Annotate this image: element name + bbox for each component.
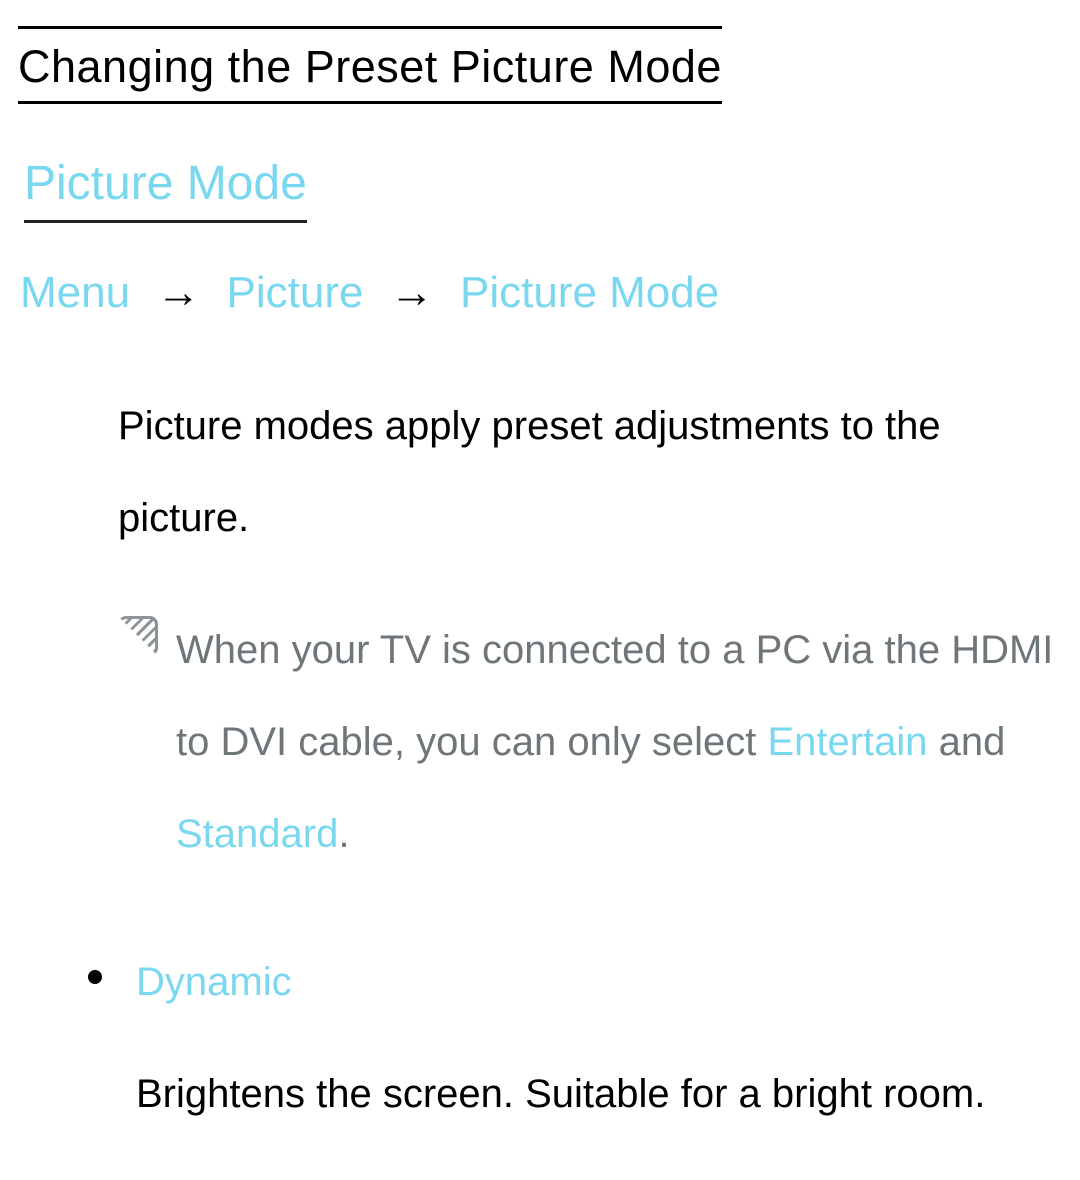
note-accent-standard: Standard [176,812,338,856]
mode-name-dynamic: Dynamic [136,960,292,1004]
intro-paragraph: Picture modes apply preset adjustments t… [118,380,1062,564]
breadcrumb-item-menu: Menu [20,268,130,317]
note-block: When your TV is connected to a PC via th… [118,604,1062,880]
breadcrumb-item-picture: Picture [227,268,364,317]
page-title-rule: Changing the Preset Picture Mode [18,26,722,104]
modes-list: Dynamic Brightens the screen. Suitable f… [88,936,1062,1140]
note-text: When your TV is connected to a PC via th… [176,604,1062,880]
note-icon [118,616,158,656]
note-accent-entertain: Entertain [767,720,927,764]
breadcrumb-item-picture-mode: Picture Mode [460,268,719,317]
note-text-post: . [338,812,349,856]
breadcrumb: Menu → Picture → Picture Mode [20,265,1062,320]
breadcrumb-arrow-icon: → [390,265,434,320]
section-title: Picture Mode [24,154,307,223]
breadcrumb-arrow-icon: → [156,265,200,320]
note-text-mid: and [928,720,1006,764]
list-item: Dynamic Brightens the screen. Suitable f… [88,936,1062,1140]
mode-desc: Brightens the screen. Suitable for a bri… [136,1048,1062,1140]
page-title: Changing the Preset Picture Mode [18,41,722,92]
